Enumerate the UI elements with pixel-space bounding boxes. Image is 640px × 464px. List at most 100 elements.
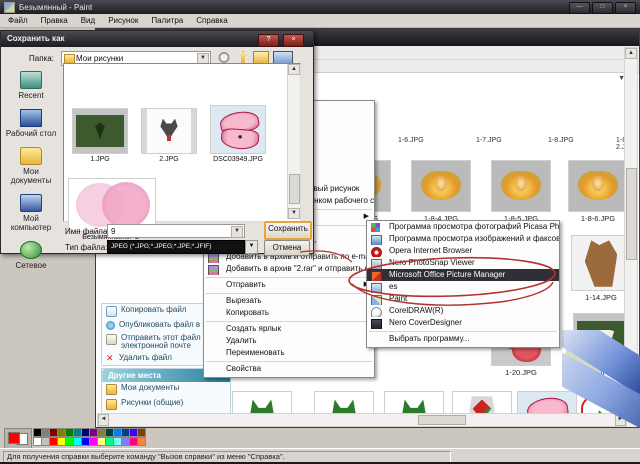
cancel-button[interactable]: Отмена bbox=[264, 240, 310, 256]
folder-value: Мои рисунки bbox=[76, 54, 124, 63]
file-name[interactable]: 1-6.JPG bbox=[398, 137, 424, 144]
menu-Вид[interactable]: Вид bbox=[75, 15, 101, 26]
close-icon[interactable]: × bbox=[283, 34, 304, 47]
menu-item[interactable]: es bbox=[367, 281, 559, 293]
menu-item[interactable]: Программа просмотра изображений и факсов bbox=[367, 233, 559, 245]
menu-item[interactable]: Вырезать bbox=[204, 295, 374, 307]
scrollbar-thumb[interactable] bbox=[418, 415, 466, 425]
file-thumbnail[interactable] bbox=[141, 108, 197, 154]
place-Рисунки (общие)[interactable]: Рисунки (общие) bbox=[102, 397, 230, 412]
menu-Рисунок[interactable]: Рисунок bbox=[102, 15, 144, 26]
place-label: Сетевое bbox=[15, 261, 47, 270]
file-item[interactable]: 1.JPG bbox=[70, 108, 130, 163]
network-icon bbox=[20, 241, 42, 259]
color-swatch[interactable] bbox=[137, 428, 146, 437]
menu-item[interactable]: Программа просмотра фотографий Picasa Ph… bbox=[367, 221, 559, 233]
menu-Правка[interactable]: Правка bbox=[35, 15, 74, 26]
corel-icon bbox=[371, 307, 382, 317]
place-Мои документы[interactable]: Мои документы bbox=[3, 147, 59, 185]
horizontal-scrollbar[interactable]: ◄ ► bbox=[97, 413, 627, 427]
opera-icon bbox=[371, 247, 382, 257]
paint-window-title: Безымянный - Paint bbox=[19, 2, 93, 12]
file-thumbnail[interactable] bbox=[210, 105, 266, 154]
file-item[interactable]: 1-8-6.JPG bbox=[562, 160, 626, 223]
blue-box-art-graphic bbox=[562, 330, 640, 430]
scroll-left-icon[interactable]: ◄ bbox=[98, 414, 109, 426]
recent-folder-icon bbox=[20, 71, 42, 89]
folder-label: Папка: bbox=[29, 54, 54, 63]
file-thumbnail[interactable] bbox=[411, 160, 471, 212]
file-name[interactable]: 1-14.JPG bbox=[565, 293, 626, 302]
delete-file-icon: ✕ bbox=[106, 353, 114, 363]
file-item[interactable]: DSC03949.JPG bbox=[208, 105, 268, 163]
menu-Файл[interactable]: Файл bbox=[2, 15, 34, 26]
menu-item[interactable]: Paint bbox=[367, 293, 559, 305]
place-Сетевое[interactable]: Сетевое bbox=[3, 241, 59, 270]
copy-file-icon bbox=[106, 306, 117, 317]
place-Мой компьютер[interactable]: Мой компьютер bbox=[3, 194, 59, 232]
help-button[interactable]: ? bbox=[258, 34, 279, 47]
menu-item[interactable]: Отправить▶ bbox=[204, 279, 374, 291]
picasa-icon bbox=[371, 223, 380, 232]
menu-item[interactable]: Выбрать программу... bbox=[367, 333, 559, 345]
window-button[interactable]: □ bbox=[592, 2, 613, 14]
window-button[interactable]: × bbox=[615, 2, 636, 14]
paint-menubar: Файл Правка Вид Рисунок Палитра Справка bbox=[0, 14, 640, 28]
file-item[interactable]: 1-8-4.JPG bbox=[405, 160, 477, 223]
file-name[interactable]: 1-7.JPG bbox=[476, 137, 502, 144]
scroll-up-icon[interactable]: ▲ bbox=[625, 48, 637, 59]
chevron-down-icon[interactable]: ▼ bbox=[231, 226, 243, 238]
chevron-down-icon[interactable]: ▼ bbox=[245, 240, 258, 254]
documents-folder-icon bbox=[20, 147, 42, 165]
menu-item[interactable]: Свойства bbox=[204, 363, 374, 375]
current-colors-box[interactable] bbox=[4, 428, 32, 449]
file-item[interactable]: 2.JPG bbox=[139, 108, 199, 163]
menu-item[interactable]: Nero CoverDesigner bbox=[367, 317, 559, 329]
scroll-down-icon[interactable]: ▼ bbox=[288, 208, 300, 219]
menu-item[interactable]: Переименовать bbox=[204, 347, 374, 359]
save-button[interactable]: Сохранить bbox=[264, 221, 312, 240]
palette-row-1 bbox=[33, 428, 146, 437]
menu-item[interactable]: Opera Internet Browser bbox=[367, 245, 559, 257]
scroll-up-icon[interactable]: ▲ bbox=[288, 64, 300, 75]
publish-web-icon bbox=[106, 321, 115, 330]
menu-item[interactable]: Копировать bbox=[204, 307, 374, 319]
nero-cover-icon bbox=[371, 319, 382, 329]
file-name[interactable]: 1-8.JPG bbox=[548, 137, 574, 144]
place-Сетевое окружение[interactable]: Сетевое окружение bbox=[102, 427, 230, 428]
paint-color-palette bbox=[0, 427, 640, 449]
place-Recent[interactable]: Recent bbox=[3, 71, 59, 100]
file-name[interactable]: 1-8-6.JPG bbox=[562, 214, 626, 223]
menu-item[interactable]: Nero PhotoSnap Viewer bbox=[367, 257, 559, 269]
file-name[interactable]: 1-20.JPG bbox=[485, 368, 557, 377]
menu-Справка[interactable]: Справка bbox=[190, 15, 233, 26]
menu-item[interactable]: Microsoft Office Picture Manager bbox=[367, 269, 559, 281]
menu-item[interactable]: Создать ярлык bbox=[204, 323, 374, 335]
file-item[interactable]: 1-14.JPG bbox=[565, 235, 626, 302]
winrar-icon bbox=[208, 253, 219, 263]
menu-item[interactable]: CorelDRAW(R) bbox=[367, 305, 559, 317]
desktop-icon bbox=[20, 109, 42, 127]
filetype-combobox[interactable]: JPEG (*.JPG;*.JPEG;*.JPE;*.JFIF) bbox=[107, 240, 245, 254]
place-Мои документы[interactable]: Мои документы bbox=[102, 382, 230, 397]
window-controls: — □ × bbox=[569, 2, 636, 14]
file-thumbnail[interactable] bbox=[568, 160, 626, 212]
color-swatch[interactable] bbox=[137, 437, 146, 446]
place-Рабочий стол[interactable]: Рабочий стол bbox=[3, 109, 59, 138]
scrollbar-thumb[interactable] bbox=[289, 174, 300, 204]
filename-input[interactable]: 9 ▼ bbox=[107, 224, 245, 238]
ms-opm-icon bbox=[371, 271, 382, 281]
file-thumbnail[interactable] bbox=[491, 160, 551, 212]
scrollbar-thumb[interactable] bbox=[626, 168, 637, 260]
menu-item[interactable]: Удалить bbox=[204, 335, 374, 347]
imgfax-icon bbox=[371, 235, 382, 245]
filename-label: Имя файла: bbox=[65, 227, 110, 236]
file-thumbnail[interactable] bbox=[72, 108, 128, 154]
menu-item[interactable]: Добавить в архив "2.rar" и отправить по … bbox=[204, 263, 374, 275]
vertical-scrollbar[interactable]: ▲ ▼ bbox=[287, 64, 300, 219]
menu-Палитра[interactable]: Палитра bbox=[145, 15, 189, 26]
file-thumbnail[interactable] bbox=[571, 235, 626, 291]
filename-value: 9 bbox=[111, 227, 116, 236]
window-button[interactable]: — bbox=[569, 2, 590, 14]
file-item[interactable]: 1-8-5.JPG bbox=[485, 160, 557, 223]
